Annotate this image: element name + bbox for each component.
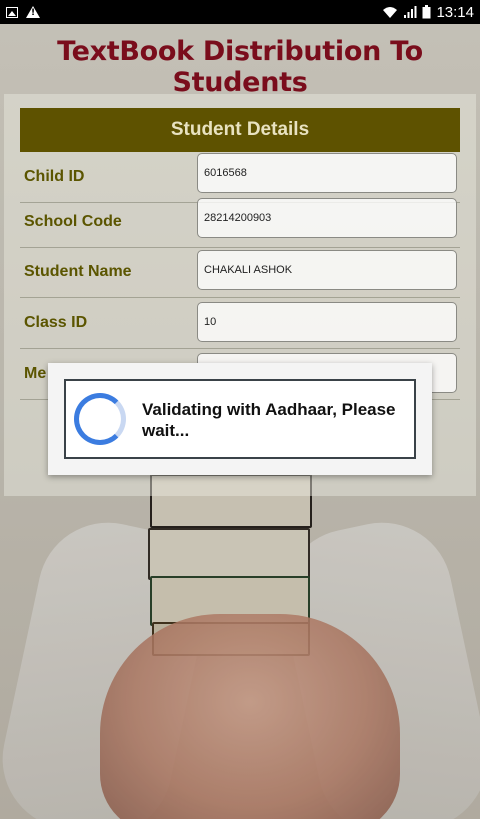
signal-icon <box>404 6 417 18</box>
field-label: School Code <box>24 213 122 230</box>
card-header: Student Details <box>20 108 460 152</box>
field-label: Student Name <box>24 263 132 280</box>
field-row-child-id: Child ID 6016568 <box>20 152 460 203</box>
student-name-input[interactable]: CHAKALI ASHOK <box>197 250 457 290</box>
school-code-input[interactable]: 28214200903 <box>197 198 457 238</box>
field-row-school-code: School Code 28214200903 <box>20 197 460 248</box>
warning-icon: ! <box>26 6 40 18</box>
dialog-message: Validating with Aadhaar, Please wait... <box>142 400 396 440</box>
image-notification-icon <box>6 6 18 18</box>
class-id-input[interactable]: 10 <box>197 302 457 342</box>
field-row-class-id: Class ID 10 <box>20 298 460 349</box>
field-label: Class ID <box>24 314 88 331</box>
loading-spinner-icon <box>74 393 126 445</box>
wifi-icon <box>383 7 398 18</box>
field-label: Child ID <box>24 168 85 185</box>
status-left: ! <box>0 6 40 18</box>
app-title: TextBook Distribution To Students <box>57 36 423 98</box>
progress-dialog: Validating with Aadhaar, Please wait... <box>48 363 432 475</box>
battery-icon <box>422 5 431 19</box>
status-time: 13:14 <box>436 3 474 21</box>
field-row-student-name: Student Name CHAKALI ASHOK <box>20 247 460 298</box>
dialog-content: Validating with Aadhaar, Please wait... <box>64 379 416 459</box>
status-right: 13:14 <box>382 4 480 21</box>
field-label: Me <box>24 365 47 382</box>
child-id-input[interactable]: 6016568 <box>197 153 457 193</box>
status-bar: ! 13:14 <box>0 0 480 24</box>
